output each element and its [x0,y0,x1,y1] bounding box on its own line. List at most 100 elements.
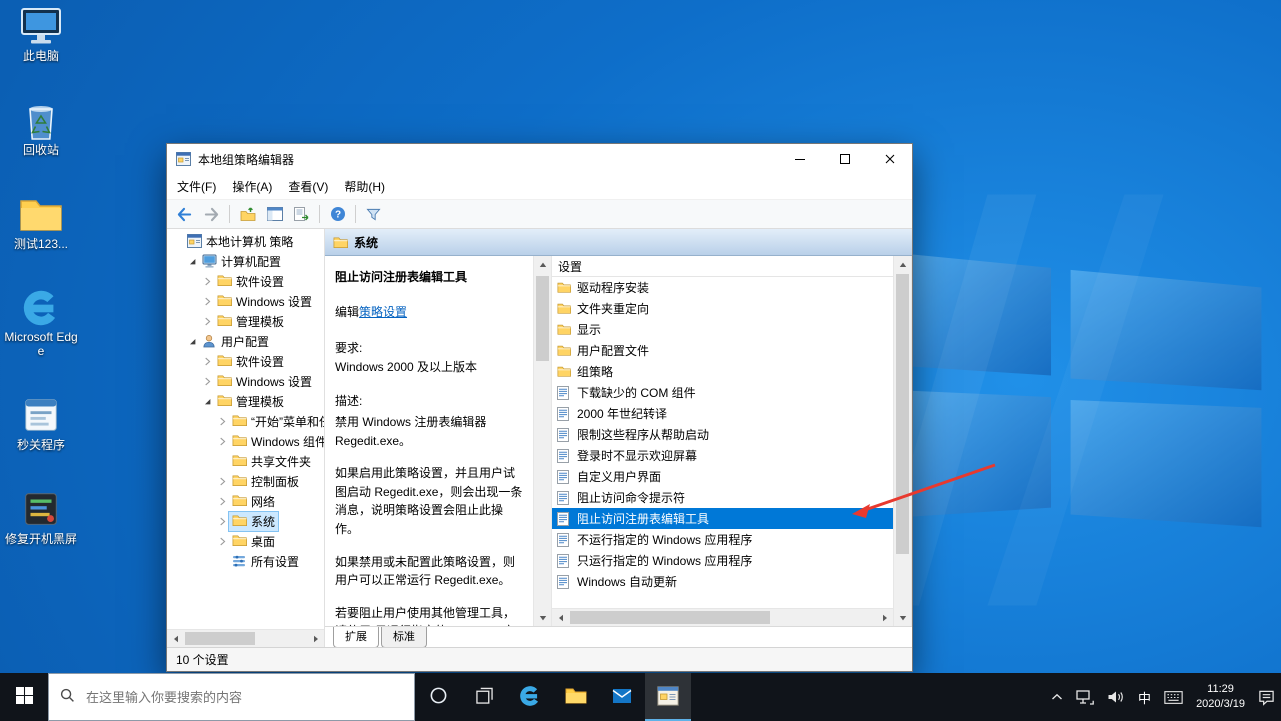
tree-item[interactable]: 管理模板 [167,311,324,331]
hidden-icons-chevron-icon[interactable] [1051,693,1063,701]
tree-item[interactable]: Windows 设置 [167,291,324,311]
scroll-left-button[interactable] [167,630,184,647]
help-button[interactable]: ? [325,203,350,226]
expander-icon[interactable] [216,537,229,546]
setting-item[interactable]: 下载缺少的 COM 组件 [552,382,893,403]
expander-icon[interactable] [216,417,229,426]
taskbar-file-explorer-button[interactable] [553,673,599,721]
tree-item[interactable]: 软件设置 [167,271,324,291]
setting-item[interactable]: 显示 [552,319,893,340]
menu-help[interactable]: 帮助(H) [336,178,393,195]
settings-vertical-scrollbar[interactable] [893,256,912,626]
scroll-up-button[interactable] [894,256,911,273]
setting-item[interactable]: 组策略 [552,361,893,382]
scrollbar-thumb[interactable] [896,274,909,554]
expander-icon[interactable] [201,317,214,326]
desktop-icon[interactable]: 此电脑 [4,6,78,64]
tree-item[interactable]: “开始”菜单和任务栏 [167,411,324,431]
tab-standard[interactable]: 标准 [381,627,427,648]
up-one-level-button[interactable] [235,203,260,226]
tree-item[interactable]: Windows 设置 [167,371,324,391]
network-icon[interactable] [1076,690,1094,705]
tree-item[interactable]: 管理模板 [167,391,324,411]
taskbar-task-view-button[interactable] [461,673,507,721]
expander-icon[interactable] [201,357,214,366]
tree-item[interactable]: 控制面板 [167,471,324,491]
scrollbar-thumb[interactable] [185,632,255,645]
taskbar-gpedit-button[interactable] [645,673,691,721]
setting-item[interactable]: 不运行指定的 Windows 应用程序 [552,529,893,550]
action-center-icon[interactable] [1258,689,1275,706]
close-button[interactable] [867,144,912,174]
expander-icon[interactable] [201,277,214,286]
menu-file[interactable]: 文件(F) [169,178,224,195]
scroll-down-button[interactable] [534,609,551,626]
setting-item[interactable]: 阻止访问注册表编辑工具 [552,508,893,529]
console-window-button[interactable] [262,203,287,226]
edit-policy-link[interactable]: 策略设置 [359,305,407,319]
expander-icon[interactable] [201,397,214,406]
touch-keyboard-icon[interactable] [1164,691,1183,704]
expander-icon[interactable] [216,477,229,486]
start-button[interactable] [0,673,48,721]
expander-icon[interactable] [216,497,229,506]
setting-item[interactable]: 登录时不显示欢迎屏幕 [552,445,893,466]
expander-icon[interactable] [201,297,214,306]
settings-column-header[interactable]: 设置 [552,256,893,277]
setting-item[interactable]: 2000 年世纪转译 [552,403,893,424]
scroll-up-button[interactable] [534,256,551,273]
tree-item[interactable]: 软件设置 [167,351,324,371]
desktop-icon[interactable]: 秒关程序 [4,395,78,453]
ime-indicator[interactable]: 中 [1138,688,1151,707]
description-vertical-scrollbar[interactable] [533,256,552,626]
setting-item[interactable]: 自定义用户界面 [552,466,893,487]
desktop-icon[interactable]: Microsoft Edge [4,287,78,359]
desktop-icon[interactable]: 修复开机黑屏 [4,489,78,547]
tree-item[interactable]: 本地计算机 策略 [167,231,324,251]
taskbar-edge-button[interactable] [507,673,553,721]
menu-view[interactable]: 查看(V) [280,178,336,195]
volume-icon[interactable] [1107,690,1125,704]
tree-item[interactable]: 用户配置 [167,331,324,351]
setting-item[interactable]: 用户配置文件 [552,340,893,361]
export-list-button[interactable] [289,203,314,226]
forward-button[interactable] [199,203,224,226]
setting-item[interactable]: Windows 自动更新 [552,571,893,592]
tree-item[interactable]: 网络 [167,491,324,511]
desktop-icon[interactable]: 回收站 [4,100,78,158]
scrollbar-thumb[interactable] [570,611,770,624]
tree-item[interactable]: 计算机配置 [167,251,324,271]
scroll-left-button[interactable] [552,609,569,626]
setting-item[interactable]: 限制这些程序从帮助启动 [552,424,893,445]
expander-icon[interactable] [216,517,229,526]
expander-icon[interactable] [216,437,229,446]
setting-item[interactable]: 驱动程序安装 [552,277,893,298]
expander-icon[interactable] [186,337,199,346]
taskbar-search-box[interactable] [48,673,415,721]
settings-horizontal-scrollbar[interactable] [552,608,893,626]
search-input[interactable] [84,689,403,706]
minimize-button[interactable] [777,144,822,174]
clock[interactable]: 11:29 2020/3/19 [1196,682,1245,712]
menu-action[interactable]: 操作(A) [224,178,280,195]
tree-item[interactable]: 所有设置 [167,551,324,571]
tab-extended[interactable]: 扩展 [333,627,379,648]
taskbar-cortana-button[interactable] [415,673,461,721]
taskbar-mail-button[interactable] [599,673,645,721]
back-button[interactable] [172,203,197,226]
expander-icon[interactable] [201,377,214,386]
expander-icon[interactable] [186,257,199,266]
setting-item[interactable]: 只运行指定的 Windows 应用程序 [552,550,893,571]
setting-item[interactable]: 文件夹重定向 [552,298,893,319]
setting-item[interactable]: 阻止访问命令提示符 [552,487,893,508]
scroll-right-button[interactable] [876,609,893,626]
scrollbar-thumb[interactable] [536,276,549,361]
tree-item[interactable]: Windows 组件 [167,431,324,451]
scroll-down-button[interactable] [894,609,911,626]
filter-button[interactable] [361,203,386,226]
scroll-right-button[interactable] [307,630,324,647]
tree-horizontal-scrollbar[interactable] [167,629,324,647]
window-titlebar[interactable]: 本地组策略编辑器 [167,144,912,174]
tree-item[interactable]: 共享文件夹 [167,451,324,471]
maximize-button[interactable] [822,144,867,174]
